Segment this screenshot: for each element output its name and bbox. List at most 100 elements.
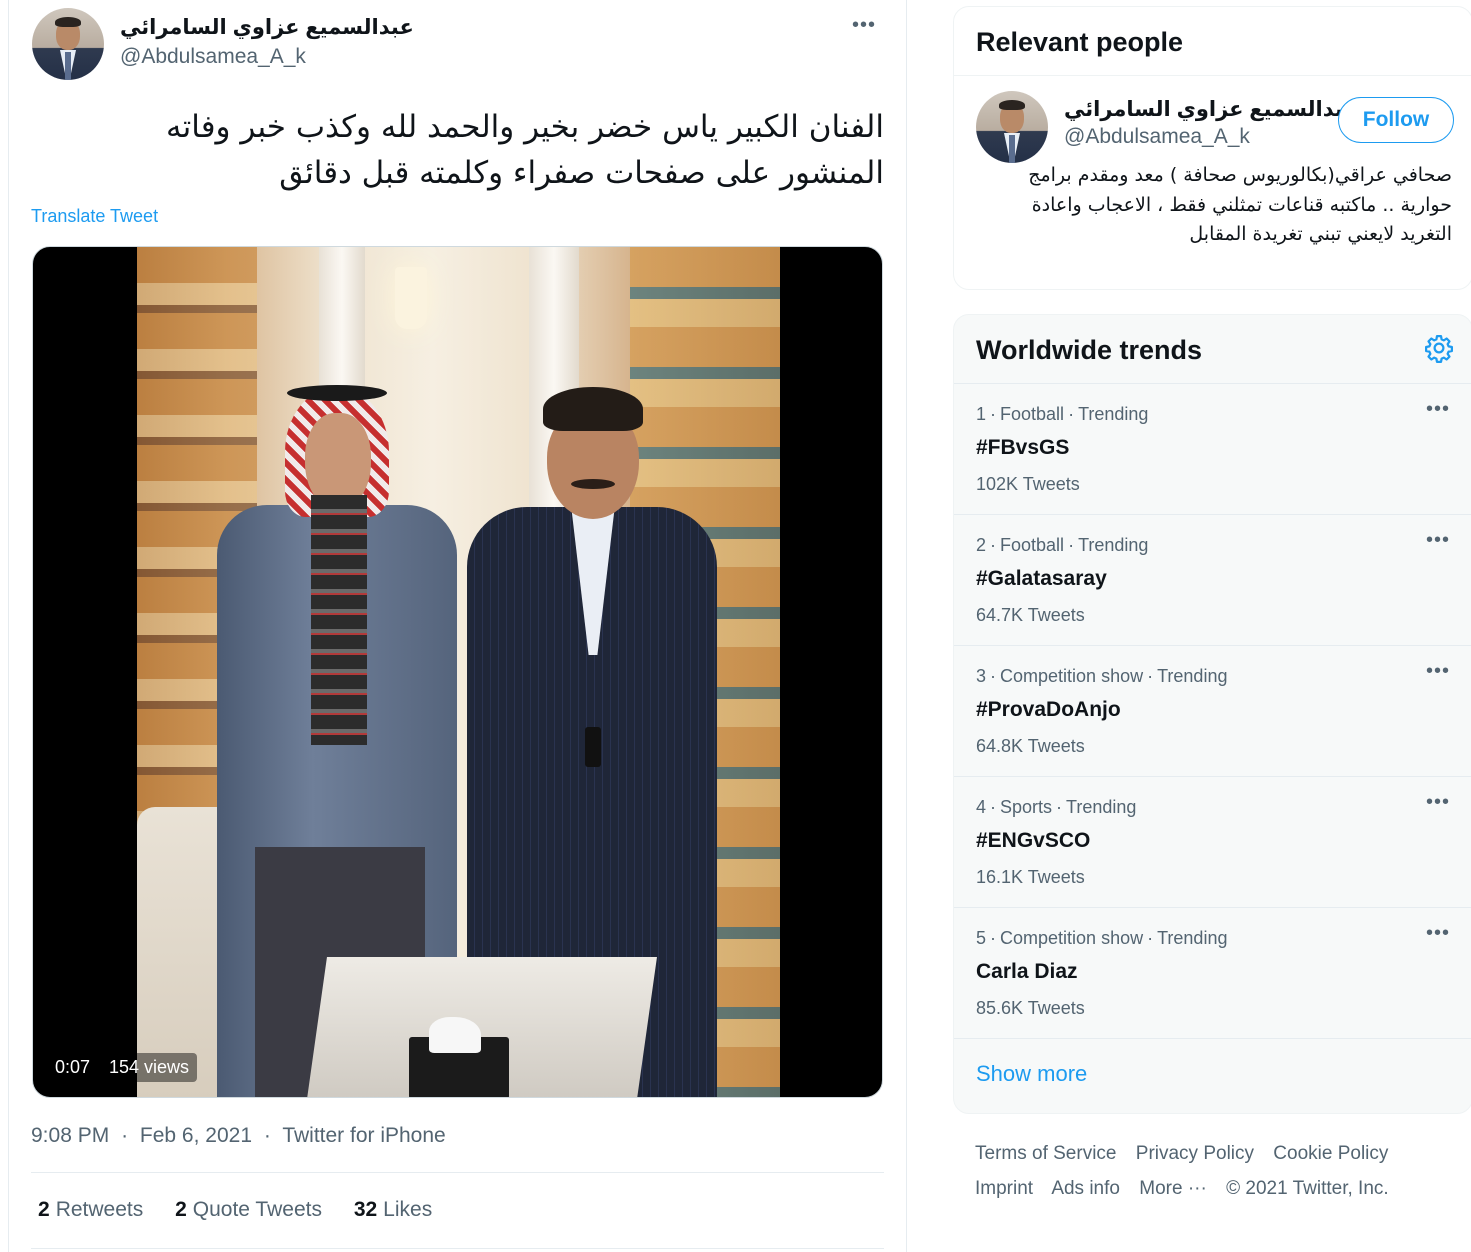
trend-divider [954, 1038, 1471, 1040]
trend-count: 64.8K Tweets [976, 736, 1085, 756]
video-frame [137, 247, 780, 1097]
trend-count: 85.6K Tweets [976, 998, 1085, 1018]
trend-context: 1 · Football · Trending [976, 404, 1148, 425]
separator: · [121, 1124, 129, 1147]
author-name[interactable]: عبدالسميع عزاوي السامرائي [120, 15, 414, 40]
worldwide-trends-card: Worldwide trends 1 · Football · Trending #FB… [953, 314, 1471, 1114]
retweets-stat[interactable]: 2 Retweets [38, 1198, 143, 1222]
footer-links: Imprint Ads info More ··· © 2021 Twitter… [975, 1178, 1445, 1200]
video-player[interactable]: 0:07 154 views [32, 246, 883, 1098]
divider [31, 1248, 884, 1249]
trend-status: Trending [1066, 797, 1137, 817]
trend-status: Trending [1078, 404, 1149, 424]
tweet-text: الفنان الكبير ياس خضر بخير والحمد لله وك… [109, 104, 884, 196]
trends-title: Worldwide trends [976, 335, 1203, 365]
trend-item[interactable]: 3 · Competition show · Trending #ProvaDoAnjo… [954, 645, 1471, 777]
trend-name[interactable]: #ENGvSCO [976, 829, 1090, 853]
trend-context: 5 · Competition show · Trending [976, 928, 1227, 949]
trend-rank: 2 [976, 535, 987, 555]
footer-privacy-link[interactable]: Privacy Policy [1136, 1143, 1254, 1164]
tweet-stats: 2 Retweets 2 Quote Tweets 32 Likes [38, 1198, 458, 1222]
likes-stat[interactable]: 32 Likes [354, 1198, 432, 1222]
gear-icon[interactable] [1424, 333, 1454, 363]
trend-rank: 3 [976, 666, 987, 686]
more-options-icon[interactable]: ••• [1426, 791, 1450, 814]
trend-category: Football [1000, 404, 1065, 424]
trend-status: Trending [1078, 535, 1149, 555]
retweets-count: 2 [38, 1198, 50, 1221]
quotes-label: Quote Tweets [192, 1198, 322, 1221]
translate-tweet-link[interactable]: Translate Tweet [31, 206, 158, 227]
trend-item[interactable]: 4 · Sports · Trending #ENGvSCO 16.1K Tweets … [954, 776, 1471, 908]
relevant-person-name[interactable]: عبدالسميع عزاوي السامرائي [1064, 97, 1358, 122]
separator: · [263, 1124, 271, 1147]
trend-item[interactable]: 2 · Football · Trending #Galatasaray 64.7K T… [954, 514, 1471, 646]
more-options-icon[interactable]: ••• [1426, 922, 1450, 945]
footer-links: Terms of Service Privacy Policy Cookie P… [975, 1143, 1445, 1165]
avatar[interactable] [976, 91, 1048, 163]
trend-rank: 5 [976, 928, 987, 948]
separator: · [1147, 928, 1154, 948]
separator: · [990, 928, 997, 948]
more-options-icon[interactable]: ••• [1426, 398, 1450, 421]
footer-more-link[interactable]: More ··· [1139, 1178, 1207, 1199]
separator: · [990, 404, 997, 424]
footer-copyright: © 2021 Twitter, Inc. [1226, 1178, 1389, 1199]
video-views: 154 views [101, 1053, 198, 1082]
trend-status: Trending [1157, 666, 1228, 686]
separator: · [990, 797, 997, 817]
trend-rank: 4 [976, 797, 987, 817]
follow-button[interactable]: Follow [1338, 97, 1454, 143]
trend-item[interactable]: 1 · Football · Trending #FBvsGS 102K Tweets … [954, 383, 1471, 515]
tweet-source[interactable]: Twitter for iPhone [282, 1124, 445, 1147]
likes-count: 32 [353, 1198, 378, 1221]
trend-count: 16.1K Tweets [976, 867, 1085, 887]
trend-name[interactable]: #FBvsGS [976, 436, 1069, 460]
separator: · [1068, 535, 1075, 555]
trend-context: 3 · Competition show · Trending [976, 666, 1227, 687]
trend-category: Competition show [1000, 666, 1144, 686]
divider [31, 1172, 884, 1173]
footer-cookie-link[interactable]: Cookie Policy [1273, 1143, 1388, 1164]
separator: · [990, 666, 997, 686]
relevant-people-title: Relevant people [976, 27, 1184, 57]
divider [954, 75, 1471, 76]
quotes-count: 2 [175, 1198, 187, 1221]
footer-imprint-link[interactable]: Imprint [975, 1178, 1033, 1199]
trend-context: 2 · Football · Trending [976, 535, 1148, 556]
footer-terms-link[interactable]: Terms of Service [975, 1143, 1116, 1164]
more-options-icon[interactable]: ••• [1426, 660, 1450, 683]
separator: · [1056, 797, 1063, 817]
trend-category: Football [1000, 535, 1065, 555]
retweets-label: Retweets [55, 1198, 144, 1221]
trend-name[interactable]: #Galatasaray [976, 567, 1107, 591]
more-options-icon[interactable]: ••• [852, 14, 876, 37]
column-divider [906, 0, 907, 1252]
separator: · [1147, 666, 1154, 686]
trend-count: 64.7K Tweets [976, 605, 1085, 625]
avatar[interactable] [32, 8, 104, 80]
tweet-time[interactable]: 9:08 PM [31, 1124, 109, 1147]
relevant-people-card: Relevant people عبدالسميع عزاوي السامرائ… [953, 6, 1471, 290]
trend-name[interactable]: Carla Diaz [976, 960, 1078, 984]
trend-context: 4 · Sports · Trending [976, 797, 1136, 818]
footer-ads-link[interactable]: Ads info [1051, 1178, 1120, 1199]
show-more-link[interactable]: Show more [976, 1061, 1087, 1087]
tweet-date[interactable]: Feb 6, 2021 [140, 1124, 252, 1147]
trend-count: 102K Tweets [976, 474, 1080, 494]
relevant-person-handle[interactable]: @Abdulsamea_A_k [1064, 125, 1250, 149]
relevant-person-bio: صحافي عراقي(بكالوريوس صحافة ) معد ومقدم … [1028, 164, 1452, 245]
quote-tweets-stat[interactable]: 2 Quote Tweets [175, 1198, 322, 1222]
trend-item[interactable]: 5 · Competition show · Trending Carla Diaz 8… [954, 907, 1471, 1039]
trend-name[interactable]: #ProvaDoAnjo [976, 698, 1121, 722]
separator: · [990, 535, 997, 555]
trend-status: Trending [1157, 928, 1228, 948]
author-handle[interactable]: @Abdulsamea_A_k [120, 45, 306, 69]
tweet-detail: عبدالسميع عزاوي السامرائي @Abdulsamea_A_… [9, 0, 906, 1252]
tweet-text-line: الفنان الكبير ياس خضر بخير والحمد لله وك… [166, 109, 884, 145]
trend-rank: 1 [976, 404, 987, 424]
likes-label: Likes [383, 1198, 433, 1221]
more-options-icon[interactable]: ••• [1426, 529, 1450, 552]
tweet-metadata: 9:08 PM · Feb 6, 2021 · Twitter for iPho… [31, 1124, 446, 1148]
separator: · [1068, 404, 1075, 424]
